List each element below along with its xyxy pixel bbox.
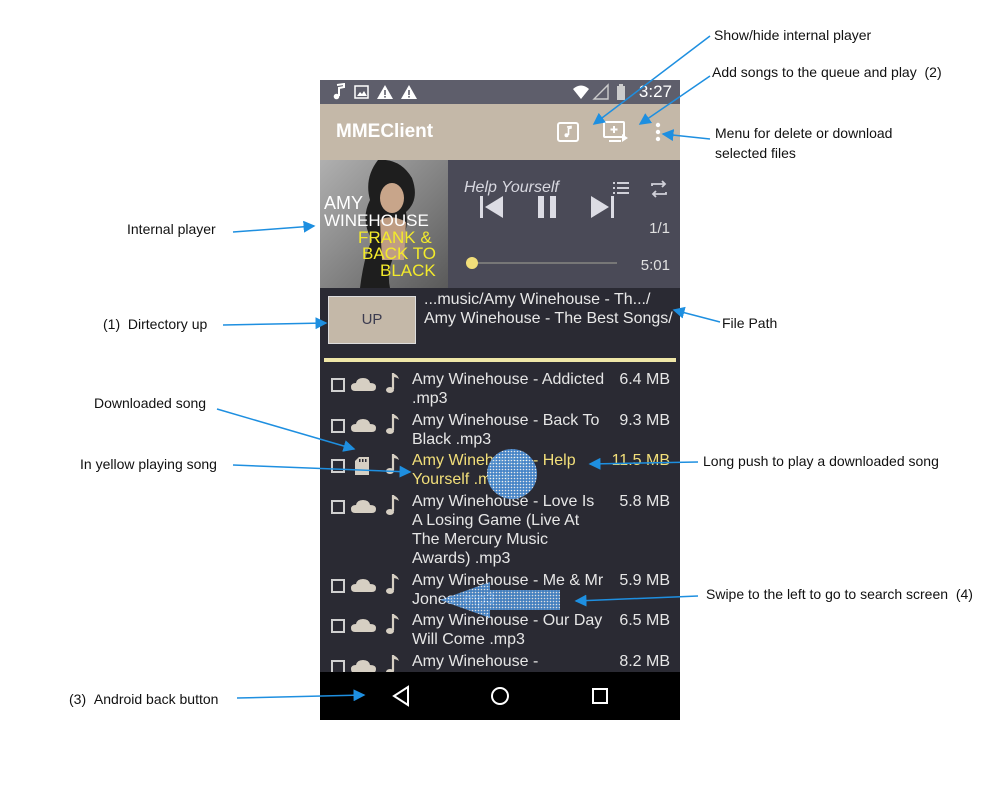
seek-thumb[interactable]	[466, 257, 478, 269]
queue-add-play-icon[interactable]	[602, 118, 630, 146]
recents-icon[interactable]	[588, 684, 612, 708]
list-divider	[324, 358, 676, 362]
back-icon[interactable]	[390, 684, 414, 708]
file-path-line1: ...music/Amy Winehouse - Th.../	[424, 291, 651, 308]
file-name: Amy Winehouse - Me & Mr Jones .mp3	[412, 572, 604, 608]
file-size: 9.3 MB	[619, 412, 670, 429]
image-icon	[354, 85, 369, 99]
annotation-dir-up-text: Dirtectory up	[127, 316, 208, 332]
file-name: Amy Winehouse - Addicted .mp3	[412, 371, 605, 407]
internal-player: AMY WINEHOUSE FRANK & BACK TO BLACK Help…	[320, 160, 680, 288]
annotation-dir-up-num: (1)	[103, 316, 121, 332]
file-size: 6.4 MB	[619, 371, 670, 388]
cloud-icon	[351, 619, 376, 632]
file-select-checkbox[interactable]	[331, 500, 345, 514]
file-select-checkbox[interactable]	[331, 579, 345, 593]
overflow-menu-icon[interactable]	[646, 118, 674, 146]
app-bar: MMEClient	[320, 104, 680, 160]
annotation-swipe: Swipe to the left to go to search screen…	[706, 584, 973, 604]
annotation-internal-player: Internal player	[127, 221, 216, 237]
file-name: Amy Winehouse - Love Is A Losing Game (L…	[412, 493, 595, 567]
arrow-dir-up	[222, 317, 328, 330]
status-clock: 3:27	[638, 82, 672, 101]
file-select-checkbox[interactable]	[331, 419, 345, 433]
file-size: 6.5 MB	[619, 612, 670, 629]
annotation-back-num: (3)	[69, 691, 87, 707]
annotation-long-push: Long push to play a downloaded song	[703, 453, 939, 469]
directory-up-button[interactable]: UP	[328, 296, 416, 344]
cloud-icon	[351, 500, 376, 513]
music-player-toggle-icon[interactable]	[554, 118, 582, 146]
music-note-icon	[386, 373, 399, 393]
annotation-yellow: In yellow playing song	[80, 456, 217, 472]
annotation-file-path: File Path	[722, 315, 778, 331]
album-title-line3: BLACK	[380, 261, 436, 280]
file-select-checkbox[interactable]	[331, 459, 345, 473]
file-name: Amy Winehouse - Help Yourself .mp3	[412, 452, 576, 488]
status-bar: 3:27	[320, 80, 680, 104]
annotation-menu-line2: selected files	[715, 145, 796, 161]
annotation-add-songs-num: (2)	[924, 64, 942, 80]
home-icon[interactable]	[488, 684, 512, 708]
music-note-icon	[333, 83, 345, 100]
music-note-icon	[386, 414, 399, 434]
music-note-icon	[386, 454, 399, 474]
file-size: 5.9 MB	[619, 572, 670, 589]
cloud-icon	[351, 419, 376, 432]
sd-card-icon	[355, 457, 369, 475]
cloud-icon	[351, 579, 376, 592]
annotation-dir-up: (1) Dirtectory up	[103, 314, 207, 334]
file-select-checkbox[interactable]	[331, 619, 345, 633]
file-name: Amy Winehouse - Back To Black .mp3	[412, 412, 600, 448]
album-cover-image: AMY WINEHOUSE FRANK & BACK TO BLACK	[320, 160, 448, 288]
annotation-back: (3) Android back button	[69, 689, 218, 709]
android-nav-bar	[320, 672, 680, 720]
warning-icon	[377, 85, 393, 99]
annotation-downloaded: Downloaded song	[94, 395, 207, 411]
seek-bar[interactable]	[466, 257, 617, 269]
path-row: UP ...music/Amy Winehouse - Th.../ Amy W…	[320, 288, 680, 360]
annotation-menu-line1: Menu for delete or download	[715, 125, 893, 141]
battery-icon	[617, 84, 625, 100]
wifi-icon	[573, 85, 589, 99]
music-note-icon	[386, 495, 399, 515]
arrow-file-path	[672, 306, 721, 323]
annotation-add-songs-text: Add songs to the queue and play	[712, 64, 917, 80]
repeat-icon[interactable]	[648, 178, 670, 200]
annotation-show-hide: Show/hide internal player	[714, 27, 872, 43]
annotation-swipe-num: (4)	[955, 586, 973, 602]
arrow-internal-player	[232, 220, 316, 233]
file-path-line2: Amy Winehouse - The Best Songs/	[424, 310, 673, 327]
album-art: AMY WINEHOUSE FRANK & BACK TO BLACK	[320, 160, 448, 288]
music-note-icon	[386, 614, 399, 634]
file-name: Amy Winehouse -	[412, 653, 539, 670]
phone-screen: 3:27 MMEClient AMY WINEHOUSE FRANK & BAC…	[320, 80, 680, 720]
file-name: Amy Winehouse - Our Day Will Come .mp3	[412, 612, 603, 648]
signal-icon	[592, 83, 609, 100]
music-note-icon	[386, 574, 399, 594]
warning-icon	[401, 85, 417, 99]
file-select-checkbox[interactable]	[331, 378, 345, 392]
track-duration: 5:01	[640, 257, 670, 274]
file-size: 5.8 MB	[619, 493, 670, 510]
pause-icon[interactable]	[532, 192, 562, 222]
next-track-icon[interactable]	[588, 192, 618, 222]
cloud-icon	[351, 378, 376, 391]
file-size: 8.2 MB	[619, 653, 670, 670]
album-artist-line1: AMY	[324, 193, 363, 213]
previous-track-icon[interactable]	[476, 192, 506, 222]
annotation-back-text: Android back button	[93, 691, 219, 707]
file-size: 11.5 MB	[611, 452, 670, 469]
app-title: MMEClient	[336, 121, 434, 142]
annotation-swipe-text: Swipe to the left to go to search screen	[706, 586, 949, 602]
annotation-add-songs: Add songs to the queue and play (2)	[712, 62, 942, 82]
track-counter: 1/1	[649, 220, 670, 237]
